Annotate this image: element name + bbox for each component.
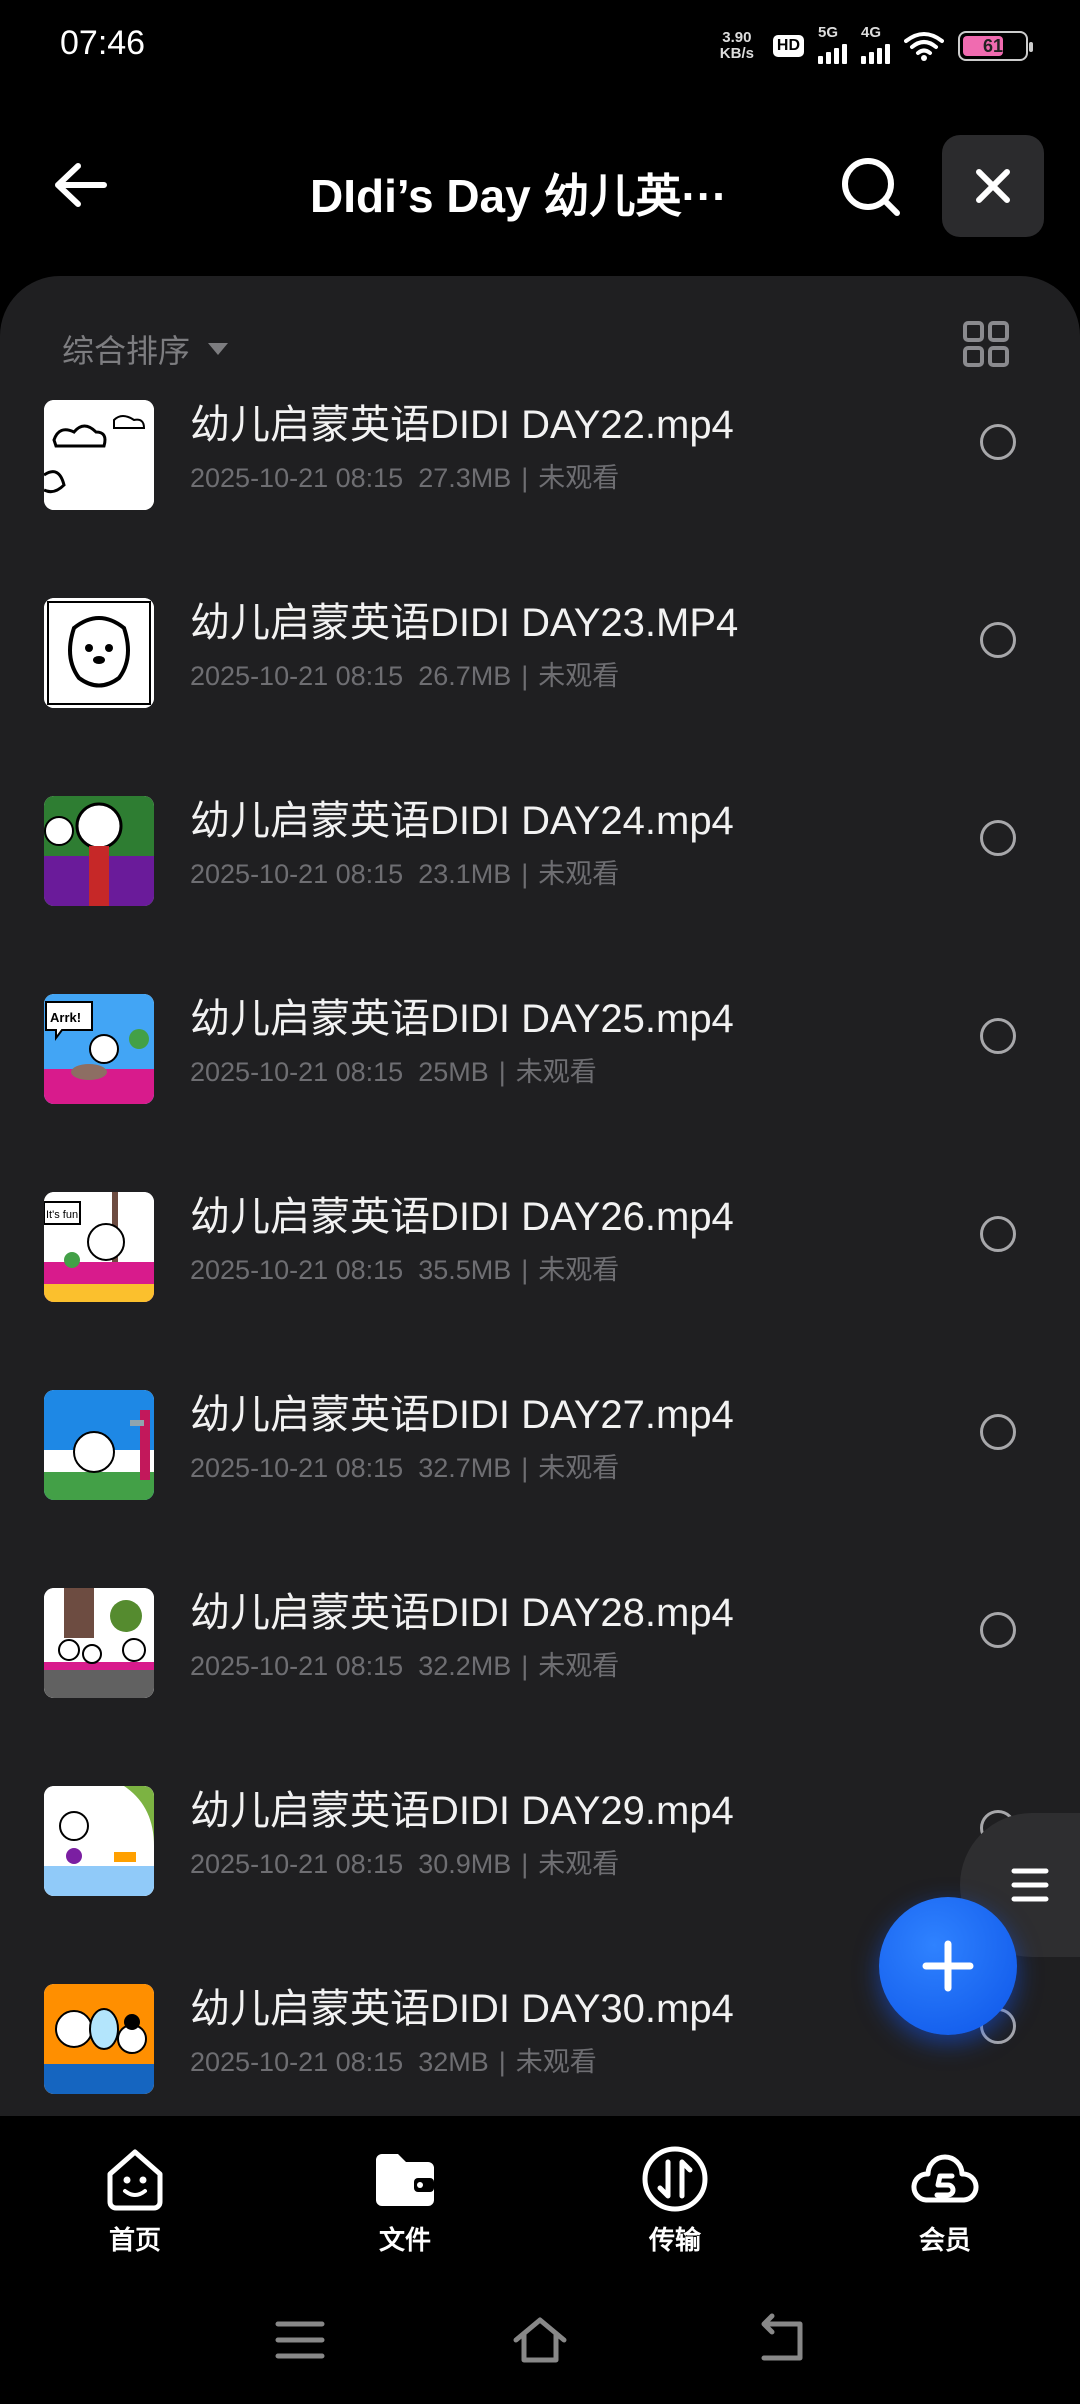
file-row[interactable]: It's fun! 幼儿启蒙英语DIDI DAY26.mp4 2025-10-2… — [0, 1184, 1080, 1382]
status-bar: 07:46 3.90 KB/s HD 5G 4G 61 — [0, 0, 1080, 92]
wifi-icon — [904, 32, 944, 61]
video-thumbnail — [44, 1588, 154, 1698]
file-row[interactable]: Arrk! 幼儿启蒙英语DIDI DAY25.mp4 2025-10-21 08… — [0, 986, 1080, 1184]
back-icon[interactable] — [750, 2310, 810, 2370]
home-icon[interactable] — [510, 2310, 570, 2370]
search-button[interactable] — [830, 146, 912, 228]
vip-cloud-icon — [911, 2154, 979, 2203]
file-name: 幼儿启蒙英语DIDI DAY29.mp4 — [190, 1789, 734, 1833]
file-row[interactable]: 幼儿启蒙英语DIDI DAY28.mp4 2025-10-21 08:15 32… — [0, 1580, 1080, 1778]
file-meta: 2025-10-21 08:15 27.3MB | 未观看 — [190, 463, 620, 493]
file-meta: 2025-10-21 08:15 25MB | 未观看 — [190, 1057, 597, 1087]
back-button[interactable] — [40, 150, 120, 220]
video-thumbnail — [44, 796, 154, 906]
file-name: 幼儿启蒙英语DIDI DAY26.mp4 — [190, 1195, 734, 1239]
file-panel: 综合排序 幼儿启蒙英语DIDI DAY22.mp4 2025-10-21 08:… — [0, 276, 1080, 2116]
network-speed: 3.90 KB/s — [719, 29, 754, 62]
transfer-icon — [642, 2146, 708, 2212]
video-thumbnail — [44, 1984, 154, 2094]
add-button[interactable] — [879, 1897, 1017, 2035]
file-meta: 2025-10-21 08:15 32.7MB | 未观看 — [190, 1453, 620, 1483]
home-face-icon — [107, 2149, 163, 2211]
thumb-caption: Arrk! — [50, 1010, 81, 1025]
nav-vip[interactable]: 会员 — [810, 2116, 1080, 2276]
sort-dropdown[interactable]: 综合排序 — [62, 326, 229, 372]
plus-icon — [922, 1940, 974, 1992]
search-icon — [842, 158, 900, 216]
nav-label: 会员 — [918, 2225, 971, 2255]
nav-label: 首页 — [108, 2225, 161, 2255]
nav-files[interactable]: 文件 — [270, 2116, 540, 2276]
video-thumbnail — [44, 1786, 154, 1896]
select-radio[interactable] — [980, 1612, 1016, 1648]
page-title: DIdi’s Day 幼儿英··· — [310, 170, 728, 222]
recents-menu-icon[interactable] — [270, 2310, 330, 2370]
file-name: 幼儿启蒙英语DIDI DAY23.MP4 — [190, 601, 739, 645]
select-radio[interactable] — [980, 622, 1016, 658]
battery-level: 61 — [982, 35, 1004, 56]
nav-label: 传输 — [648, 2225, 701, 2255]
select-radio[interactable] — [980, 1216, 1016, 1252]
file-row[interactable]: 幼儿启蒙英语DIDI DAY23.MP4 2025-10-21 08:15 26… — [0, 590, 1080, 788]
file-meta: 2025-10-21 08:15 35.5MB | 未观看 — [190, 1255, 620, 1285]
header: DIdi’s Day 幼儿英··· — [0, 120, 1080, 250]
file-meta: 2025-10-21 08:15 30.9MB | 未观看 — [190, 1849, 620, 1879]
nav-label: 文件 — [378, 2225, 431, 2255]
bottom-nav: 首页 文件 传输 会员 — [0, 2116, 1080, 2276]
video-thumbnail: It's fun! — [44, 1192, 154, 1302]
status-time: 07:46 — [60, 24, 146, 62]
close-button[interactable] — [942, 135, 1044, 237]
video-thumbnail — [44, 400, 154, 510]
file-name: 幼儿启蒙英语DIDI DAY25.mp4 — [190, 997, 734, 1041]
grid-view-icon[interactable] — [962, 320, 1010, 368]
file-name: 幼儿启蒙英语DIDI DAY24.mp4 — [190, 799, 734, 843]
file-row[interactable]: 幼儿启蒙英语DIDI DAY27.mp4 2025-10-21 08:15 32… — [0, 1382, 1080, 1580]
thumb-caption: It's fun! — [46, 1209, 81, 1221]
signal-4g-icon: 4G — [861, 24, 890, 64]
select-radio[interactable] — [980, 424, 1016, 460]
status-icons: 3.90 KB/s HD 5G 4G 61 — [715, 24, 1033, 64]
video-thumbnail: Arrk! — [44, 994, 154, 1104]
file-name: 幼儿启蒙英语DIDI DAY22.mp4 — [190, 403, 734, 447]
select-radio[interactable] — [980, 820, 1016, 856]
select-radio[interactable] — [980, 1414, 1016, 1450]
nav-transfer[interactable]: 传输 — [540, 2116, 810, 2276]
caret-down-icon — [208, 343, 229, 355]
file-meta: 2025-10-21 08:15 26.7MB | 未观看 — [190, 661, 620, 691]
signal-5g-icon: 5G — [818, 24, 847, 64]
file-name: 幼儿启蒙英语DIDI DAY27.mp4 — [190, 1393, 734, 1437]
select-radio[interactable] — [980, 1018, 1016, 1054]
video-thumbnail — [44, 1390, 154, 1500]
file-row[interactable]: 幼儿启蒙英语DIDI DAY22.mp4 2025-10-21 08:15 27… — [0, 392, 1080, 590]
system-nav-bar — [0, 2300, 1080, 2380]
sort-label: 综合排序 — [62, 333, 191, 369]
hd-voice-icon: HD — [772, 35, 804, 57]
file-meta: 2025-10-21 08:15 32.2MB | 未观看 — [190, 1651, 620, 1681]
nav-home[interactable]: 首页 — [0, 2116, 270, 2276]
folder-icon — [376, 2154, 434, 2206]
file-meta: 2025-10-21 08:15 23.1MB | 未观看 — [190, 859, 620, 889]
file-row[interactable]: 幼儿启蒙英语DIDI DAY24.mp4 2025-10-21 08:15 23… — [0, 788, 1080, 986]
file-meta: 2025-10-21 08:15 32MB | 未观看 — [190, 2047, 597, 2077]
battery-icon: 61 — [958, 31, 1033, 61]
file-name: 幼儿启蒙英语DIDI DAY28.mp4 — [190, 1591, 734, 1635]
close-icon — [976, 169, 1010, 203]
video-thumbnail — [44, 598, 154, 708]
menu-icon — [1011, 1868, 1049, 1902]
arrow-left-icon — [55, 163, 107, 207]
file-name: 幼儿启蒙英语DIDI DAY30.mp4 — [190, 1987, 734, 2031]
